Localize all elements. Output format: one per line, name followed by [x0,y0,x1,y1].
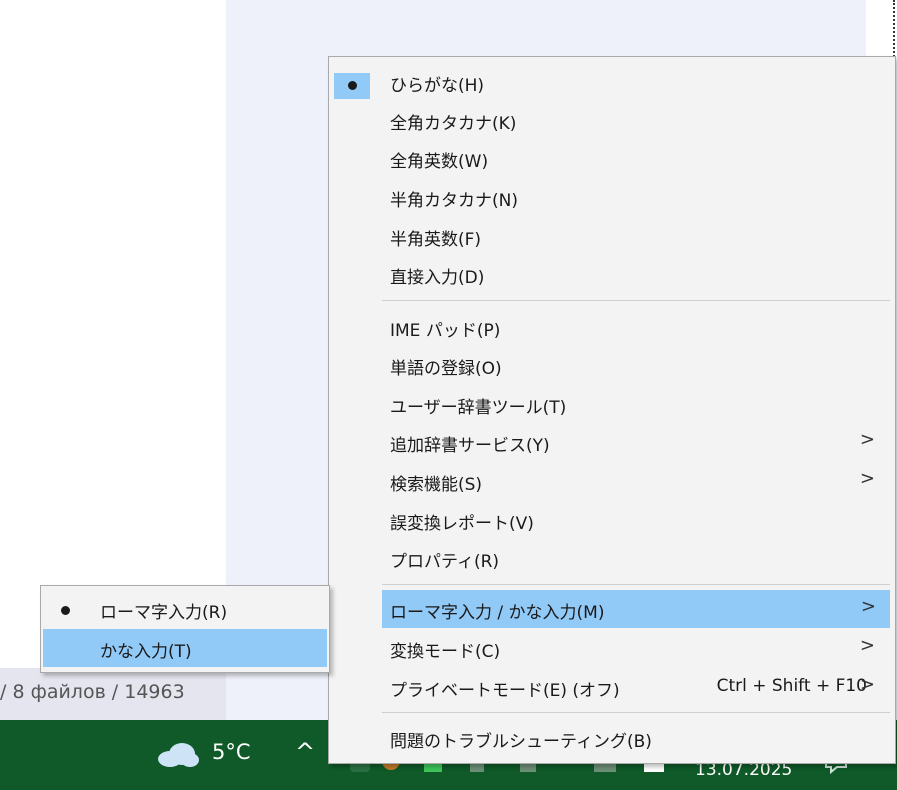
menu-item-ime-pad[interactable]: IME パッド(P) [329,308,895,346]
menu-item-extra-dictionary[interactable]: 追加辞書サービス(Y) > [329,423,895,461]
cloud-icon[interactable] [156,742,200,768]
chevron-right-icon: > [859,635,875,656]
menu-item-troubleshoot[interactable]: 問題のトラブルシューティング(B) [329,719,895,757]
menu-separator [382,712,890,713]
chevron-right-icon: > [860,596,876,617]
menu-separator [382,584,890,585]
bullet-icon [61,606,70,615]
menu-item-zenkaku-eisu[interactable]: 全角英数(W) [329,139,895,177]
chevron-right-icon: > [859,468,875,489]
submenu-item-kana[interactable]: かな入力(T) [43,629,327,667]
chevron-right-icon: > [859,674,875,695]
menu-item-private-mode[interactable]: プライベートモード(E) (オフ) Ctrl + Shift + F10 > [329,668,895,706]
menu-item-error-report[interactable]: 誤変換レポート(V) [329,501,895,539]
menu-item-hiragana[interactable]: ひらがな(H) [329,63,895,101]
romaji-kana-submenu: ローマ字入力(R) かな入力(T) [40,585,330,673]
menu-item-search[interactable]: 検索機能(S) > [329,462,895,500]
shortcut-label: Ctrl + Shift + F10 [716,676,867,696]
menu-item-properties[interactable]: プロパティ(R) [329,539,895,577]
menu-separator [382,300,890,301]
temperature-label[interactable]: 5°C [212,740,251,764]
menu-item-conversion-mode[interactable]: 変換モード(C) > [329,629,895,667]
chevron-right-icon: > [859,429,875,450]
menu-item-direct-input[interactable]: 直接入力(D) [329,255,895,293]
menu-item-hankaku-eisu[interactable]: 半角英数(F) [329,217,895,255]
menu-item-word-register[interactable]: 単語の登録(O) [329,346,895,384]
ime-context-menu: ひらがな(H) 全角カタカナ(K) 全角英数(W) 半角カタカナ(N) 半角英数… [328,56,896,764]
menu-item-romaji-kana[interactable]: ローマ字入力 / かな入力(M) > [382,590,890,628]
status-bar-text: / 8 файлов / 14963 [0,668,226,720]
menu-item-user-dictionary[interactable]: ユーザー辞書ツール(T) [329,385,895,423]
submenu-item-romaji[interactable]: ローマ字入力(R) [43,590,327,628]
menu-item-hankaku-katakana[interactable]: 半角カタカナ(N) [329,178,895,216]
menu-item-zenkaku-katakana[interactable]: 全角カタカナ(K) [329,101,895,139]
chevron-up-icon[interactable]: ^ [295,738,315,766]
